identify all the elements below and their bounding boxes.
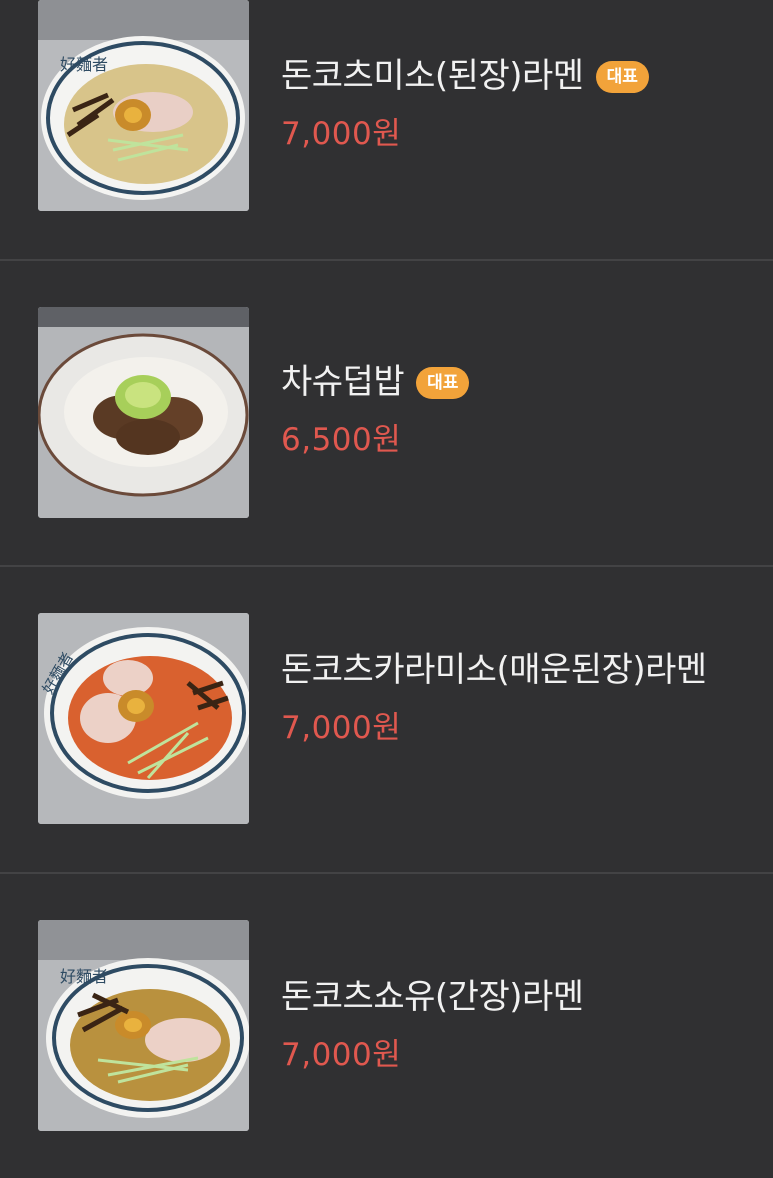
svg-text:好麵者: 好麵者 — [60, 967, 108, 986]
chashu-rice-bowl-photo — [38, 307, 249, 518]
menu-item-name: 돈코츠카라미소(매운된장)라멘 — [281, 650, 707, 690]
svg-text:好麵者: 好麵者 — [60, 55, 108, 74]
miso-ramen-photo: 好麵者 — [38, 0, 249, 211]
menu-list: 好麵者 돈코츠미소(된장)라멘 대표 7,000원 차슈덥밥 대표 6,500원… — [0, 0, 773, 1178]
menu-item-info: 돈코츠카라미소(매운된장)라멘 7,000원 — [281, 646, 741, 748]
menu-item-info: 차슈덥밥 대표 6,500원 — [281, 358, 741, 460]
menu-item-price: 7,000원 — [281, 1037, 402, 1073]
menu-item-price: 7,000원 — [281, 116, 402, 152]
signature-badge: 대표 — [595, 61, 649, 93]
signature-badge: 대표 — [416, 367, 470, 399]
shoyu-ramen-photo: 好麵者 — [38, 920, 249, 1131]
menu-item-info: 돈코츠쇼유(간장)라멘 7,000원 — [281, 973, 741, 1075]
menu-item-info: 돈코츠미소(된장)라멘 대표 7,000원 — [281, 52, 741, 154]
menu-item-chashu-rice[interactable]: 차슈덥밥 대표 6,500원 — [0, 261, 773, 565]
menu-item-spicy-miso-ramen[interactable]: 好麵者 돈코츠카라미소(매운된장)라멘 7,000원 — [0, 567, 773, 872]
menu-item-shoyu-ramen[interactable]: 好麵者 돈코츠쇼유(간장)라멘 7,000원 — [0, 874, 773, 1178]
menu-item-name: 돈코츠미소(된장)라멘 대표 — [281, 52, 741, 100]
menu-item-name: 돈코츠쇼유(간장)라멘 — [281, 977, 584, 1017]
menu-item-price: 6,500원 — [281, 422, 402, 458]
menu-item-miso-ramen[interactable]: 好麵者 돈코츠미소(된장)라멘 대표 7,000원 — [0, 0, 773, 259]
menu-item-name: 차슈덥밥 대표 — [281, 358, 741, 406]
menu-item-price: 7,000원 — [281, 710, 402, 746]
spicy-miso-ramen-photo: 好麵者 — [38, 613, 249, 824]
